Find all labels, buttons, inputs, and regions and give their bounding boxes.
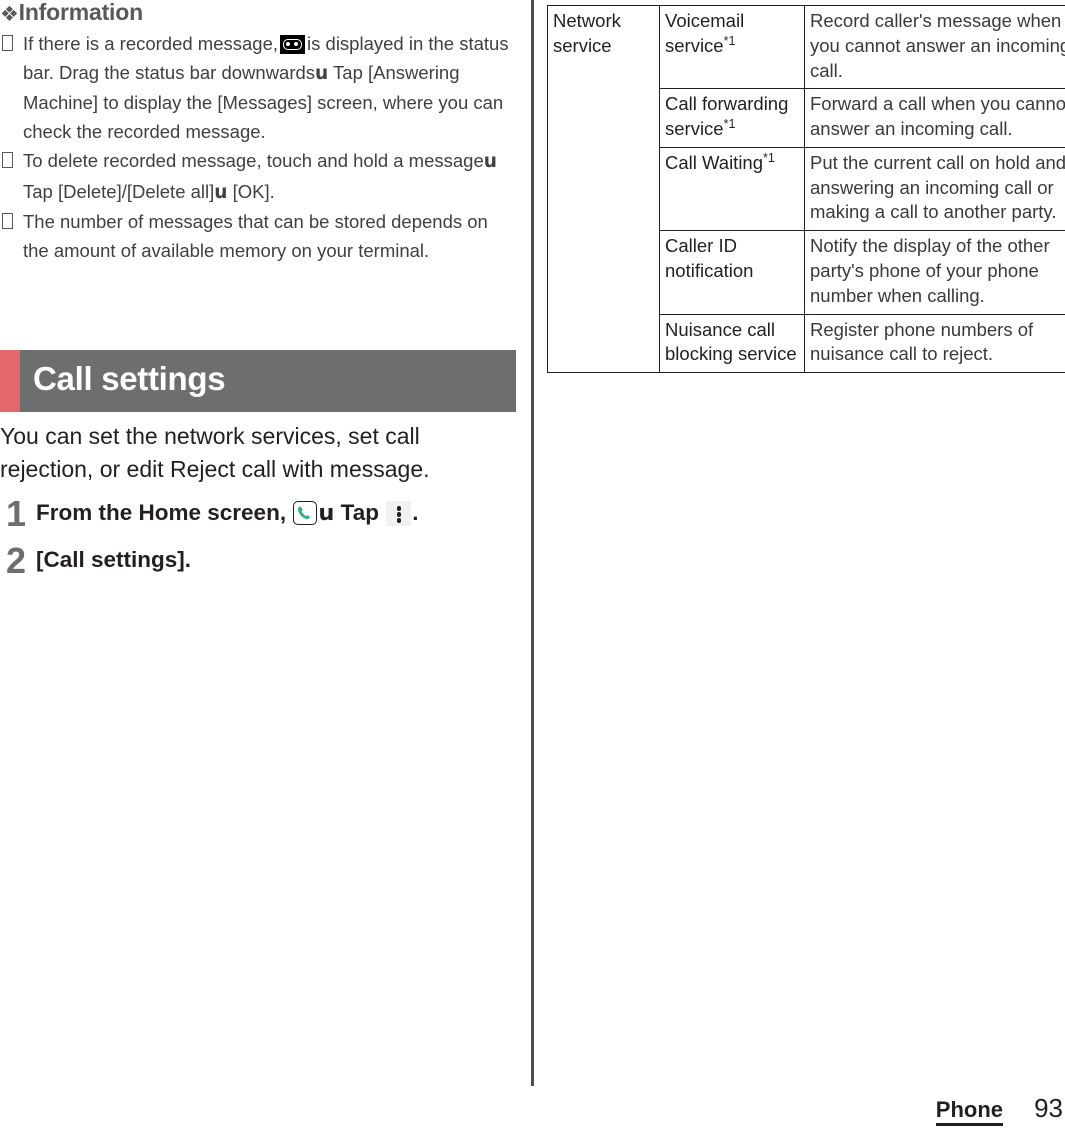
information-heading-label: Information: [18, 0, 143, 25]
step-text-before: From the Home screen,: [36, 500, 287, 525]
page-footer: Phone 93: [935, 1092, 1065, 1126]
page-title: Call settings: [33, 360, 226, 397]
table-cell-category: Network service: [547, 4, 660, 374]
footer-page-number: 93: [1034, 1092, 1063, 1123]
phone-app-icon[interactable]: [293, 501, 318, 525]
step-number: 2: [6, 540, 27, 582]
footnote-marker: *1: [723, 116, 736, 131]
list-item: To delete recorded message, touch and ho…: [0, 146, 516, 206]
step-body: From the Home screen, u Tap .: [36, 497, 516, 528]
feature-label: Call Waiting: [665, 151, 764, 173]
four-diamond-icon: ❖: [0, 3, 19, 26]
step-arrow: u: [214, 181, 228, 203]
step-number: 1: [6, 493, 27, 534]
table-cell-description: Forward a call when you cannot answer an…: [804, 88, 1065, 148]
left-column: ❖Information If there is a recorded mess…: [0, 0, 516, 265]
table-cell-description: Notify the display of the other party's …: [804, 230, 1065, 315]
table-row: Network service Voicemail service*1 Reco…: [547, 4, 1065, 374]
step-arrow: u: [483, 151, 497, 173]
list-item: If there is a recorded message, is displa…: [0, 29, 516, 147]
information-heading: ❖Information: [0, 0, 516, 27]
footnote-marker: *1: [723, 33, 736, 48]
bullet-box-icon: [2, 212, 13, 229]
feature-label: Caller ID notification: [665, 235, 754, 282]
step-text-end: .: [412, 500, 419, 525]
step-item: 2 [Call settings].: [0, 540, 516, 582]
table-cell-feature: Voicemail service*1: [659, 4, 805, 90]
section-accent-bar: [0, 350, 20, 412]
step-list: 1 From the Home screen, u Tap . 2 [Call …: [0, 493, 516, 591]
step-body: [Call settings].: [36, 547, 192, 573]
note-text-part2: Tap [Delete]/[Delete all]: [23, 180, 215, 202]
note-text-part1: If there is a recorded message,: [23, 32, 279, 54]
feature-label: Nuisance call blocking service: [665, 318, 797, 365]
table-cell-description: Put the current call on hold and answeri…: [804, 146, 1065, 232]
note-text-part1: To delete recorded message, touch and ho…: [23, 150, 484, 172]
table-cell-feature: Caller ID notification: [659, 230, 805, 315]
step-text-after: Tap: [340, 500, 379, 525]
bullet-box-icon: [2, 152, 13, 169]
information-note-list: If there is a recorded message, is displa…: [0, 29, 516, 266]
table-cell-feature: Call Waiting*1: [659, 146, 805, 232]
note-text-part3: [OK].: [232, 180, 275, 202]
table-cell-feature: Call forwarding service*1: [659, 88, 805, 148]
section-heading-bar: Call settings: [0, 350, 516, 412]
voicemail-icon: [280, 34, 306, 54]
section-intro-text: You can set the network services, set ca…: [0, 423, 430, 482]
table-cell-description: Record caller's message when you cannot …: [804, 4, 1065, 90]
table-cell-feature: Nuisance call blocking service: [659, 313, 805, 374]
footnote-marker: *1: [763, 150, 775, 165]
table-cell-description: Register phone numbers of nuisance call …: [804, 313, 1065, 374]
step-arrow: u: [318, 500, 335, 526]
step-item: 1 From the Home screen, u Tap .: [0, 493, 516, 534]
page-column-divider: [531, 0, 534, 1086]
network-service-table: Network service Voicemail service*1 Reco…: [547, 4, 1065, 374]
step-arrow: u: [315, 62, 329, 84]
kebab-menu-icon[interactable]: [386, 501, 412, 526]
bullet-box-icon: [2, 34, 13, 51]
list-item: The number of messages that can be store…: [0, 207, 516, 265]
note-text-part1: The number of messages that can be store…: [23, 210, 488, 262]
footer-chapter-label: Phone: [935, 1097, 1003, 1126]
